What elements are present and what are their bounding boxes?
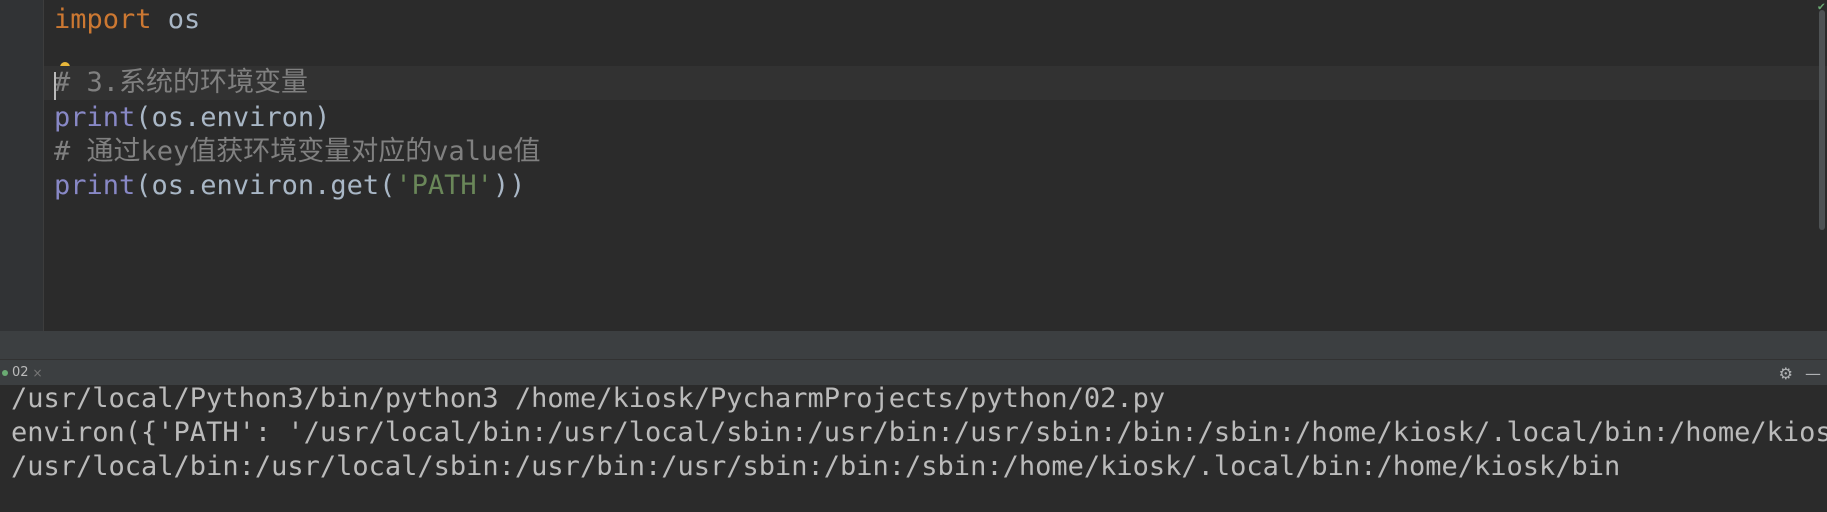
code-line-6: print(os.environ.get('PATH')) [44,166,1827,206]
comment-text: # 3.系统的环境变量 [54,67,309,98]
code-editor[interactable]: import os # 3.系统的环境变量 print(os.environ) … [0,0,1827,331]
run-panel-tools: ⚙ — [1779,360,1821,386]
close-icon[interactable]: × [33,360,43,386]
gear-icon[interactable]: ⚙ [1779,364,1793,383]
call-post: )) [492,170,526,201]
string-literal: 'PATH' [395,170,493,201]
run-tab[interactable]: 02 × [0,360,43,386]
import-keyword: import [54,4,152,35]
panel-divider[interactable] [0,331,1827,359]
run-tab-label: 02 [12,365,29,380]
print-builtin: print [54,102,136,133]
run-status-icon [2,370,8,376]
print-args: (os.environ) [135,102,331,133]
code-area[interactable]: import os # 3.系统的环境变量 print(os.environ) … [44,0,1827,331]
run-console-output[interactable]: /usr/local/Python3/bin/python3 /home/kio… [0,385,1827,512]
call-pre: (os.environ.get( [135,170,396,201]
text-caret [54,72,56,100]
comment-text: # 通过key值获环境变量对应的value值 [54,136,541,167]
minimize-icon[interactable]: — [1805,364,1821,383]
editor-gutter[interactable] [0,0,44,331]
print-builtin: print [54,170,136,201]
code-line-3-current: # 3.系统的环境变量 [44,66,1827,100]
console-line: /usr/local/bin:/usr/local/sbin:/usr/bin:… [11,451,1621,482]
module-name: os [151,4,201,35]
editor-scrollbar[interactable] [1819,10,1825,230]
run-panel-header: 02 × ⚙ — [0,359,1827,386]
